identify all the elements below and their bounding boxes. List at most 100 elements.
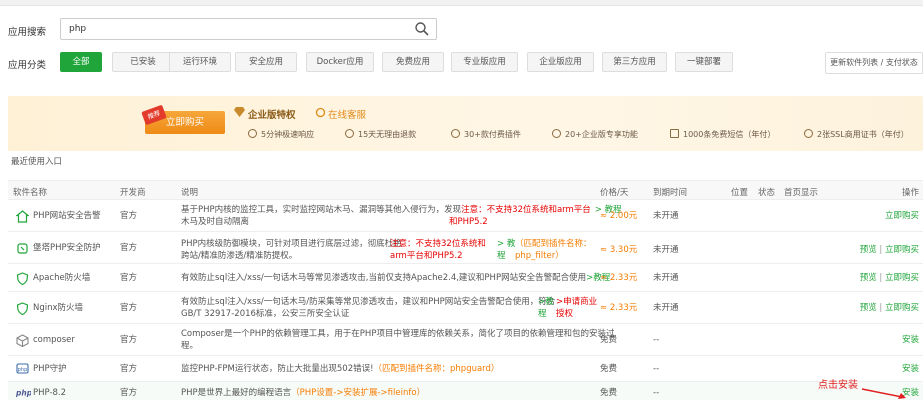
search-icon[interactable] bbox=[414, 21, 430, 37]
table-row: php PHP-8.2 官方 PHP是世界上最好的编程语言（PHP设置->安装扩… bbox=[8, 382, 923, 400]
tutorial-link-line2[interactable]: 程 bbox=[538, 309, 547, 320]
app-developer: 官方 bbox=[120, 243, 138, 253]
category-tab-installed[interactable]: 已安装 bbox=[112, 52, 174, 72]
perk-2: 15天无理由退款 bbox=[345, 129, 416, 140]
category-tab-runtime[interactable]: 运行环境 bbox=[169, 52, 231, 72]
app-price: 免费 bbox=[600, 335, 618, 345]
clock-icon bbox=[248, 129, 257, 138]
headset-icon bbox=[315, 107, 326, 118]
php-logo-icon: php bbox=[16, 389, 31, 398]
table-row: Nginx防火墙 官方 有效防止sql注入/xss/一句话木马/防采集等常见渗透… bbox=[8, 292, 923, 324]
apply-license-link[interactable]: >申请商业 bbox=[556, 297, 597, 308]
buy-now-link[interactable]: 立即购买 bbox=[885, 245, 919, 255]
enterprise-title: 企业版特权 bbox=[248, 110, 296, 121]
app-name: PHP守护 bbox=[33, 364, 67, 374]
category-tab-security[interactable]: 安全应用 bbox=[235, 52, 297, 72]
app-name: composer bbox=[33, 335, 75, 345]
warning-text-line2: arm平台和PHP5.2 bbox=[390, 251, 463, 261]
match-text: （匹配到插件名称：phpguard） bbox=[373, 364, 500, 374]
app-price: 免费 bbox=[600, 388, 618, 398]
ssl-icon bbox=[804, 129, 813, 138]
col-actions: 操作 bbox=[901, 188, 919, 198]
search-input[interactable] bbox=[60, 18, 437, 40]
buy-now-link[interactable]: 立即购买 bbox=[885, 273, 919, 283]
top-divider bbox=[0, 0, 923, 6]
app-price: ≈ 2.33元 bbox=[600, 273, 638, 283]
app-description-line2: 木马及时自动隔离 bbox=[181, 217, 250, 227]
tutorial-link-line2[interactable]: 程 bbox=[497, 251, 506, 262]
category-tab-one-click[interactable]: 一键部署 bbox=[675, 52, 733, 72]
app-developer: 官方 bbox=[120, 388, 138, 398]
buy-now-link[interactable]: 立即购买 bbox=[885, 211, 919, 222]
app-description: PHP是世界上最好的编程语言（PHP设置->安装扩展->fileinfo） bbox=[181, 388, 426, 398]
app-name: PHP-8.2 bbox=[33, 388, 67, 398]
match-text-line2: php_filter） bbox=[515, 251, 564, 261]
waf-shield-icon bbox=[16, 272, 29, 285]
apply-license-link-line2[interactable]: 授权 bbox=[556, 309, 573, 320]
table-row: composer 官方 Composer是一个PHP的依赖管理工具，用于在PHP… bbox=[8, 324, 923, 356]
preview-link[interactable]: 预览 bbox=[860, 273, 877, 283]
category-tab-third-party[interactable]: 第三方应用 bbox=[602, 52, 667, 72]
app-expire: -- bbox=[653, 388, 660, 398]
online-service-link[interactable]: 在线客服 bbox=[328, 107, 366, 121]
preview-link[interactable]: 预览 bbox=[860, 303, 877, 313]
refund-icon bbox=[345, 129, 354, 138]
app-description-line2: 跨站/精准防渗透/精准防提权。 bbox=[181, 251, 298, 261]
svg-text:php: php bbox=[18, 367, 28, 373]
app-description-line1: 基于PHP内核的监控工具，实时监控网站木马、漏洞等其他入侵行为，发现注意：不支持… bbox=[181, 205, 622, 215]
app-description: 有效防止sql注入/xss/一句话木马等常见渗透攻击,当前仅支持Apache2.… bbox=[181, 273, 611, 283]
extension-hint: （PHP设置->安装扩展->fileinfo） bbox=[291, 388, 426, 398]
app-description: 监控PHP-FPM运行状态，防止大批量出现502错误!（匹配到插件名称：phpg… bbox=[181, 364, 500, 374]
app-developer: 官方 bbox=[120, 211, 138, 221]
col-status: 状态 bbox=[758, 188, 776, 198]
svg-text:php: php bbox=[16, 389, 31, 398]
tutorial-link[interactable]: > 教 bbox=[497, 239, 515, 250]
app-developer: 官方 bbox=[120, 303, 138, 313]
app-expire: 未开通 bbox=[653, 303, 679, 313]
category-tab-docker[interactable]: Docker应用 bbox=[306, 52, 374, 72]
install-link[interactable]: 安装 bbox=[902, 364, 919, 375]
app-expire: 未开通 bbox=[653, 273, 679, 283]
recent-entry-label: 最近使用入口 bbox=[11, 157, 63, 167]
table-row: Apache防火墙 官方 有效防止sql注入/xss/一句话木马等常见渗透攻击,… bbox=[8, 264, 923, 292]
app-price: ≈ 2.00元 bbox=[600, 211, 638, 221]
category-tab-pro[interactable]: 专业版应用 bbox=[451, 52, 518, 72]
preview-link[interactable]: 预览 bbox=[860, 245, 877, 255]
app-name: Apache防火墙 bbox=[33, 273, 91, 283]
app-price: ≈ 2.33元 bbox=[600, 303, 638, 313]
app-expire: 未开通 bbox=[653, 245, 679, 255]
warning-text-line2: 和PHP5.2 bbox=[449, 217, 488, 227]
app-price: ≈ 3.30元 bbox=[600, 245, 638, 255]
table-row: PHP网站安全告警 官方 基于PHP内核的监控工具，实时监控网站木马、漏洞等其他… bbox=[8, 200, 923, 232]
match-text: （匹配到插件名称： bbox=[515, 239, 592, 249]
enterprise-banner: 立即购买 推荐 企业版特权 在线客服 5分钟极速响应 15天无理由退款 30+款… bbox=[8, 96, 923, 151]
click-install-annotation: 点击安装 bbox=[818, 380, 858, 391]
table-row: php PHP守护 官方 监控PHP-FPM运行状态，防止大批量出现502错误!… bbox=[8, 356, 923, 382]
buy-now-link[interactable]: 立即购买 bbox=[885, 303, 919, 313]
category-tab-free[interactable]: 免费应用 bbox=[382, 52, 444, 72]
app-price: 免费 bbox=[600, 364, 618, 374]
perk-4: 20+企业版专享功能 bbox=[552, 129, 638, 140]
app-description-line2: 程。 bbox=[181, 341, 199, 351]
annotation-arrow-icon bbox=[861, 388, 906, 399]
app-expire: -- bbox=[653, 364, 660, 374]
sms-icon bbox=[670, 129, 679, 138]
table-header: 软件名称 开发商 说明 价格/天 到期时间 位置 状态 首页显示 操作 bbox=[8, 180, 923, 200]
category-label: 应用分类 bbox=[8, 60, 47, 71]
category-tab-all[interactable]: 全部 bbox=[60, 52, 102, 72]
app-expire: 未开通 bbox=[653, 211, 679, 221]
row-actions: 预览 | 立即购买 bbox=[859, 245, 919, 255]
col-homepage: 首页显示 bbox=[784, 188, 819, 198]
update-list-button[interactable]: 更新软件列表 / 支付状态 bbox=[825, 52, 923, 74]
tutorial-link[interactable]: >教 bbox=[538, 297, 554, 308]
app-name: Nginx防火墙 bbox=[33, 303, 84, 313]
category-tab-enterprise[interactable]: 企业版应用 bbox=[527, 52, 594, 72]
app-developer: 官方 bbox=[120, 364, 138, 374]
search-label: 应用搜索 bbox=[8, 27, 47, 38]
diamond-icon bbox=[234, 107, 245, 117]
app-description-line1: Composer是一个PHP的依赖管理工具，用于在PHP项目中管理库的依赖关系，… bbox=[181, 329, 615, 339]
app-description-line1: 有效防止sql注入/xss/一句话木马/防采集等常见渗透攻击，建议和PHP网站安… bbox=[181, 297, 556, 307]
install-link[interactable]: 安装 bbox=[902, 335, 919, 346]
col-description: 说明 bbox=[181, 188, 199, 198]
col-price: 价格/天 bbox=[600, 188, 629, 198]
